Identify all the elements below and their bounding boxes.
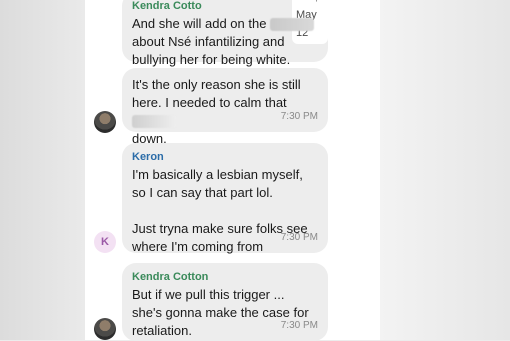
message-line: It's the only reason she is still xyxy=(132,77,301,92)
message-text: And she will add on the about Nsé infant… xyxy=(132,15,318,69)
timestamp: 7:30 PM xyxy=(280,320,318,331)
timestamp: 7:30 PM xyxy=(280,232,318,243)
timestamp: 7:30 PM xyxy=(280,111,318,122)
sender-name: Keron xyxy=(132,151,164,163)
sender-name: Kendra Cotton xyxy=(132,271,209,283)
message-bubble: Kendra Cotto Thu, May 12 And she will ad… xyxy=(122,0,328,67)
avatar[interactable] xyxy=(94,318,116,340)
background-left xyxy=(0,0,85,340)
sender-name: Kendra Cotto xyxy=(132,0,202,12)
redacted-text xyxy=(132,115,176,129)
avatar[interactable]: K xyxy=(94,231,116,253)
message-bubble: It's the only reason she is still here. … xyxy=(122,68,328,146)
chat-panel: Kendra Cotto Thu, May 12 And she will ad… xyxy=(85,0,380,341)
message-bubble: Keron I'm basically a lesbian myself, so… xyxy=(122,143,328,254)
message-line: here. I needed to calm that xyxy=(132,95,287,110)
message-line: about Nsé infantilizing and bullying her… xyxy=(132,34,291,67)
redacted-text xyxy=(270,18,315,32)
avatar[interactable] xyxy=(94,111,116,133)
background-right xyxy=(380,0,510,340)
message-bubble: Kendra Cotton But if we pull this trigge… xyxy=(122,263,328,341)
message-line: And she will add on the xyxy=(132,16,267,31)
